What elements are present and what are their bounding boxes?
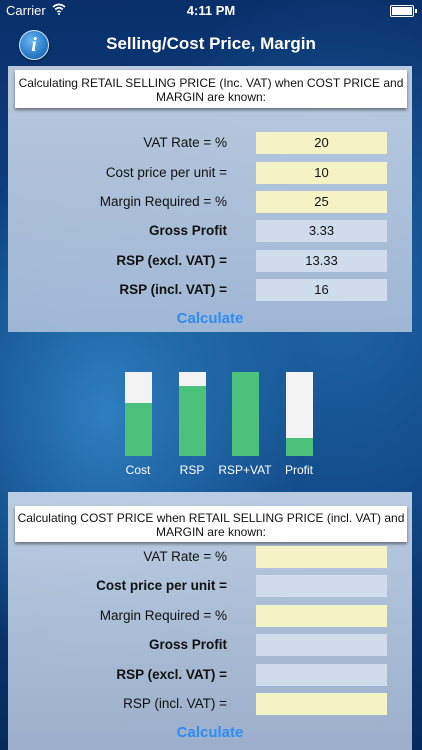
page-title: Selling/Cost Price, Margin <box>106 34 316 53</box>
bar-profit <box>286 372 313 456</box>
rsp-incl-label: RSP (incl. VAT) = <box>119 282 227 297</box>
bar-rsp-fill <box>179 386 206 456</box>
bar-cost-label: Cost <box>125 463 151 477</box>
bar-indicators: Cost RSP RSP+VAT Profit <box>0 366 422 482</box>
bar-cost <box>125 372 152 456</box>
rsp-incl-label: RSP (incl. VAT) = <box>123 696 227 711</box>
margin-row: Margin Required = % <box>8 605 412 627</box>
bar-rsp <box>179 372 206 456</box>
margin-row: Margin Required = % 25 <box>8 191 412 213</box>
vat-rate-input[interactable]: 20 <box>256 132 387 154</box>
clock: 4:11 PM <box>186 3 236 18</box>
gross-profit-label: Gross Profit <box>148 223 227 238</box>
vat-rate-row: VAT Rate = % <box>8 546 412 568</box>
bar-cost-fill <box>125 403 152 456</box>
rsp-excl-row: RSP (excl. VAT) = <box>8 664 412 686</box>
bar-rsp-label: RSP <box>179 463 205 477</box>
rsp-excl-output <box>256 664 387 686</box>
calculate-button[interactable]: Calculate <box>8 310 412 327</box>
vat-rate-input[interactable] <box>256 546 387 568</box>
rsp-incl-output: 16 <box>256 279 387 301</box>
margin-input[interactable]: 25 <box>256 191 387 213</box>
rsp-excl-output: 13.33 <box>256 250 387 272</box>
rsp-excl-label: RSP (excl. VAT) = <box>116 253 227 268</box>
bar-rsp-vat-fill <box>232 372 259 456</box>
bar-rsp-vat-label: RSP+VAT <box>218 463 272 477</box>
margin-label: Margin Required = % <box>99 608 227 623</box>
cost-price-label: Cost price per unit = <box>105 165 227 180</box>
margin-label: Margin Required = % <box>99 194 227 209</box>
gross-profit-output <box>256 634 387 656</box>
vat-rate-label: VAT Rate = % <box>143 549 227 564</box>
rsp-excl-label: RSP (excl. VAT) = <box>116 667 227 682</box>
vat-rate-label: VAT Rate = % <box>143 135 227 150</box>
bar-profit-label: Profit <box>284 463 313 477</box>
cost-price-row: Cost price per unit = 10 <box>8 162 412 184</box>
rsp-incl-row: RSP (incl. VAT) = 16 <box>8 279 412 301</box>
bar-profit-fill <box>286 438 313 456</box>
rsp-incl-row: RSP (incl. VAT) = <box>8 693 412 715</box>
gross-profit-label: Gross Profit <box>148 637 227 652</box>
battery-icon <box>390 5 417 17</box>
gross-profit-output: 3.33 <box>256 220 387 242</box>
rsp-excl-row: RSP (excl. VAT) = 13.33 <box>8 250 412 272</box>
vat-rate-row: VAT Rate = % 20 <box>8 132 412 154</box>
nav-bar: i Selling/Cost Price, Margin <box>0 22 422 66</box>
gross-profit-row: Gross Profit 3.33 <box>8 220 412 242</box>
calculate-button[interactable]: Calculate <box>8 724 412 741</box>
cost-price-output <box>256 575 387 597</box>
margin-input[interactable] <box>256 605 387 627</box>
cost-calculator-panel: Calculating COST PRICE when RETAIL SELLI… <box>8 492 412 750</box>
bar-rsp-vat <box>232 372 259 456</box>
rsp-incl-input[interactable] <box>256 693 387 715</box>
section-header: Calculating RETAIL SELLING PRICE (Inc. V… <box>15 70 407 108</box>
rsp-calculator-panel: Calculating RETAIL SELLING PRICE (Inc. V… <box>8 66 412 332</box>
cost-price-row: Cost price per unit = <box>8 575 412 597</box>
cost-price-label: Cost price per unit = <box>96 578 227 593</box>
status-bar: Carrier 4:11 PM <box>0 0 422 22</box>
cost-price-input[interactable]: 10 <box>256 162 387 184</box>
section-header: Calculating COST PRICE when RETAIL SELLI… <box>15 506 407 542</box>
gross-profit-row: Gross Profit <box>8 634 412 656</box>
